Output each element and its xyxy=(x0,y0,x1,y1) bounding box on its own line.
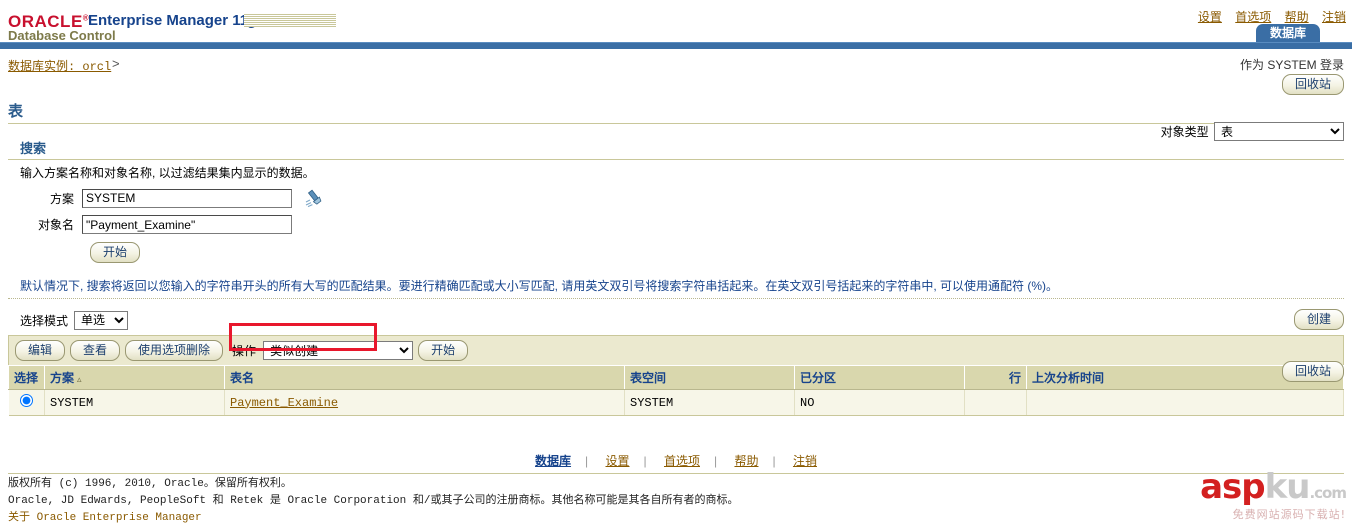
table-name-link[interactable]: Payment_Examine xyxy=(230,396,338,410)
watermark-wordmark: aspku.com xyxy=(1200,467,1347,507)
search-divider xyxy=(8,159,1344,160)
row-schema-cell: SYSTEM xyxy=(44,389,225,416)
about-oem-link[interactable]: 关于 Oracle Enterprise Manager xyxy=(8,508,1344,524)
view-button[interactable]: 查看 xyxy=(70,340,121,361)
page-title-row: 表 对象类型 表 xyxy=(8,100,1344,141)
row-partitioned-cell: NO xyxy=(794,389,965,416)
copyright-line-2: Oracle, JD Edwards, PeopleSoft 和 Retek 是… xyxy=(8,495,739,507)
column-schema[interactable]: 方案 ▵ xyxy=(44,365,225,390)
results-section: 选择模式 单选 创建 编辑 查看 使用选项删除 操作 类似创建 开始 选择 方案… xyxy=(8,309,1344,416)
page-title: 表 xyxy=(8,103,24,120)
row-table-name-cell: Payment_Examine xyxy=(224,389,625,416)
search-go-button[interactable]: 开始 xyxy=(90,242,141,263)
object-type-label: 对象类型 xyxy=(1160,124,1209,139)
column-tablespace[interactable]: 表空间 xyxy=(624,365,795,390)
help-link[interactable]: 帮助 xyxy=(1285,10,1309,24)
footer-link-help[interactable]: 帮助 xyxy=(734,454,758,468)
branding-header: ORACLE® Enterprise Manager 11g Database … xyxy=(0,0,1352,44)
object-name-field-row: 对象名 xyxy=(8,215,1344,234)
create-button[interactable]: 创建 xyxy=(1293,309,1344,330)
selection-mode-dropdown[interactable]: 单选 xyxy=(74,310,129,330)
object-name-label: 对象名 xyxy=(37,218,74,232)
row-select-cell[interactable] xyxy=(8,389,45,416)
page-root: ORACLE® Enterprise Manager 11g Database … xyxy=(0,0,1352,528)
title-divider xyxy=(8,123,1344,124)
flashlight-icon[interactable] xyxy=(304,188,326,208)
schema-input[interactable] xyxy=(82,188,292,208)
delete-with-options-button[interactable]: 使用选项删除 xyxy=(125,340,224,361)
action-go-button[interactable]: 开始 xyxy=(418,340,469,361)
table-header-row: 选择 方案 ▵ 表名 表空间 已分区 行 上次分析时间 xyxy=(8,365,1344,390)
logout-link[interactable]: 注销 xyxy=(1322,10,1346,24)
action-dropdown[interactable]: 类似创建 xyxy=(263,341,414,360)
footer-links: 数据库 | 设置 | 首选项 | 帮助 | 注销 xyxy=(0,452,1352,469)
setup-link[interactable]: 设置 xyxy=(1198,10,1222,24)
row-last-analyzed-cell xyxy=(1026,389,1344,416)
column-table-name[interactable]: 表名 xyxy=(224,365,625,390)
footer-sep-1: | xyxy=(585,454,589,468)
tab-database[interactable]: 数据库 xyxy=(1256,24,1320,44)
login-as-text: 作为 SYSTEM 登录 xyxy=(1239,58,1344,72)
table-row: SYSTEM Payment_Examine SYSTEM NO xyxy=(8,389,1344,416)
global-links: 设置 首选项 帮助 注销 xyxy=(1188,8,1346,25)
search-section: 搜索 输入方案名称和对象名称, 以过滤结果集内显示的数据。 方案 对象名 开始 xyxy=(8,138,1344,299)
search-help-note: 默认情况下, 搜索将返回以您输入的字符串开头的所有大写的匹配结果。要进行精确匹配… xyxy=(8,277,1344,299)
column-select[interactable]: 选择 xyxy=(8,365,45,390)
breadcrumb: 数据库实例: orcl > 作为 SYSTEM 登录 回收站 xyxy=(0,54,1352,95)
schema-field-row: 方案 xyxy=(8,188,1344,208)
header-divider xyxy=(0,42,1352,49)
breadcrumb-separator: > xyxy=(112,56,120,71)
tables-results-table: 选择 方案 ▵ 表名 表空间 已分区 行 上次分析时间 SYSTEM Paymen xyxy=(8,365,1344,416)
search-description: 输入方案名称和对象名称, 以过滤结果集内显示的数据。 xyxy=(20,166,315,180)
row-select-radio[interactable] xyxy=(19,394,33,407)
edit-button[interactable]: 编辑 xyxy=(15,340,66,361)
watermark-tagline: 免费网站源码下载站! xyxy=(1232,508,1346,521)
table-toolbar: 编辑 查看 使用选项删除 操作 类似创建 开始 xyxy=(8,335,1344,365)
footer-sep-3: | xyxy=(714,454,718,468)
tab-strip: 数据库 xyxy=(0,24,1352,44)
column-partitioned[interactable]: 已分区 xyxy=(794,365,965,390)
sort-ascending-icon[interactable]: ▵ xyxy=(77,374,82,384)
search-go-row: 开始 xyxy=(8,242,1344,263)
footer-link-logout[interactable]: 注销 xyxy=(793,454,817,468)
aspku-watermark: aspku.com 免费网站源码下载站! xyxy=(1156,467,1347,526)
action-label: 操作 xyxy=(232,344,257,358)
schema-label: 方案 xyxy=(49,191,74,206)
preferences-link[interactable]: 首选项 xyxy=(1235,10,1271,24)
row-rows-cell xyxy=(964,389,1027,416)
footer-link-preferences[interactable]: 首选项 xyxy=(664,454,700,468)
footer-sep-2: | xyxy=(643,454,647,468)
row-tablespace-cell: SYSTEM xyxy=(624,389,795,416)
recycle-bin-button-top[interactable]: 回收站 xyxy=(1281,74,1344,95)
column-rows[interactable]: 行 xyxy=(964,365,1027,390)
selection-mode-label: 选择模式 xyxy=(20,313,69,328)
footer-sep-4: | xyxy=(772,454,776,468)
footer-divider xyxy=(8,473,1344,474)
search-heading: 搜索 xyxy=(20,141,47,156)
selection-mode-row: 选择模式 单选 xyxy=(8,309,1344,331)
footer-link-setup[interactable]: 设置 xyxy=(606,454,630,468)
recycle-bin-button-bottom[interactable]: 回收站 xyxy=(1281,361,1344,382)
breadcrumb-database-instance[interactable]: 数据库实例: orcl xyxy=(8,57,111,74)
copyright-line-1: 版权所有 (c) 1996, 2010, Oracle。保留所有权利。 xyxy=(8,478,292,490)
footer-link-database[interactable]: 数据库 xyxy=(535,454,571,468)
object-name-input[interactable] xyxy=(82,215,292,234)
